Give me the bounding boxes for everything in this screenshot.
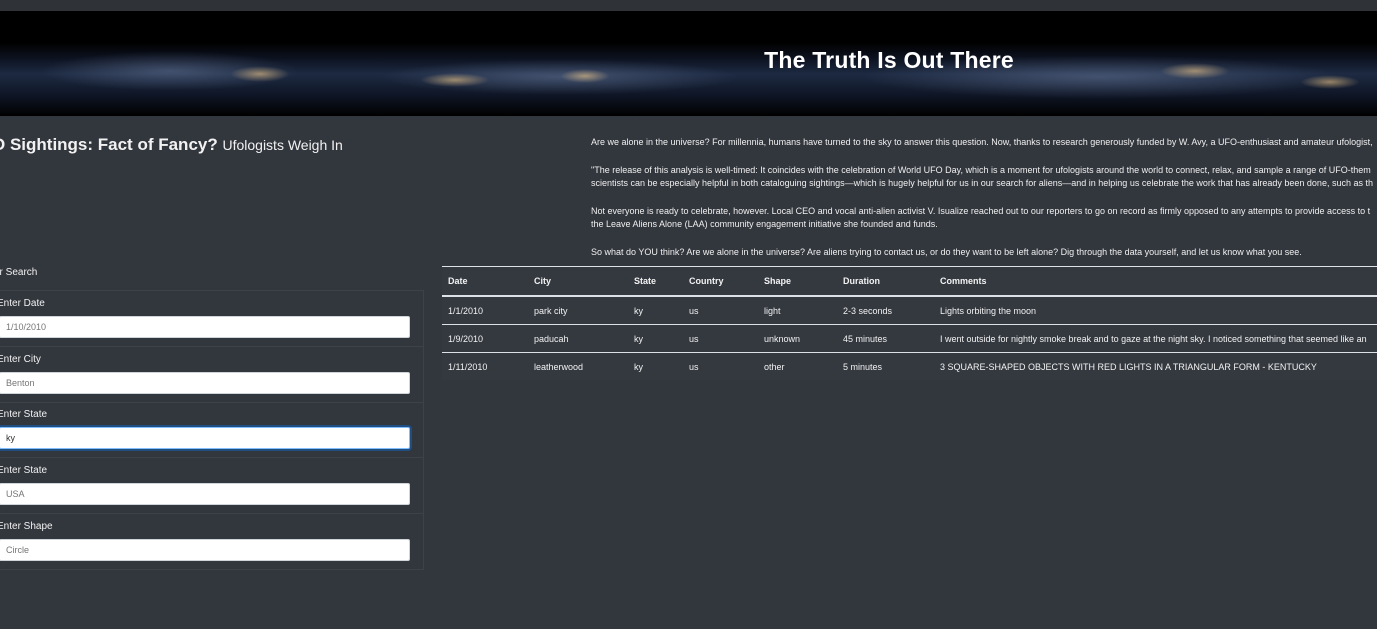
city-input[interactable] bbox=[0, 372, 410, 394]
article-paragraph: Not everyone is ready to celebrate, howe… bbox=[591, 205, 1371, 216]
column-header-duration: Duration bbox=[837, 266, 934, 297]
shape-input[interactable] bbox=[0, 539, 410, 561]
table-row: 1/11/2010 leatherwood ky us other 5 minu… bbox=[442, 353, 1377, 381]
cell-shape: light bbox=[758, 296, 837, 325]
filter-group-state: Enter State bbox=[0, 402, 423, 458]
cell-country: us bbox=[689, 361, 699, 372]
filter-label-shape: Enter Shape bbox=[0, 521, 53, 532]
cell-shape: other bbox=[764, 361, 785, 372]
table-header-row: Date City State Country Shape Duration C… bbox=[442, 266, 1377, 297]
filter-group-date: Enter Date bbox=[0, 291, 423, 347]
column-header-country: Country bbox=[683, 266, 758, 297]
article-paragraph: So what do YOU think? Are we alone in th… bbox=[591, 246, 1302, 257]
filter-label-city: Enter City bbox=[0, 354, 41, 365]
cell-duration: 2-3 seconds bbox=[837, 296, 934, 325]
cell-country: us bbox=[683, 324, 758, 353]
page-subtitle: Ufologists Weigh In bbox=[222, 137, 343, 153]
table-row: 1/1/2010 park city ky us light 2-3 secon… bbox=[442, 296, 1377, 325]
article-paragraph: Are we alone in the universe? For millen… bbox=[591, 137, 1373, 147]
column-header-comments: Comments bbox=[934, 266, 1377, 297]
filter-group-city: Enter City bbox=[0, 347, 423, 403]
column-header-date: Date bbox=[442, 266, 528, 297]
filter-panel: Enter Date Enter City Enter State Enter … bbox=[0, 290, 424, 570]
article-paragraph: the Leave Aliens Alone (LAA) community e… bbox=[591, 219, 938, 229]
filter-label-state: Enter State bbox=[0, 409, 48, 420]
ufo-sightings-table: Date City State Country Shape Duration C… bbox=[442, 266, 1377, 380]
cell-city: park city bbox=[528, 296, 628, 325]
cell-city: leatherwood bbox=[534, 361, 584, 372]
top-navbar bbox=[0, 0, 1377, 11]
hero-banner: The Truth Is Out There bbox=[0, 11, 1377, 116]
article-text: Are we alone in the universe? For millen… bbox=[591, 136, 1377, 273]
banner-title: The Truth Is Out There bbox=[764, 47, 1014, 73]
page-title-main: O Sightings: Fact of Fancy? bbox=[0, 135, 218, 154]
page-title: O Sightings: Fact of Fancy? Ufologists W… bbox=[0, 135, 343, 155]
table-row: 1/9/2010 paducah ky us unknown 45 minute… bbox=[442, 324, 1377, 353]
banner-city-lights bbox=[560, 69, 610, 83]
cell-comments: I went outside for nightly smoke break a… bbox=[934, 324, 1377, 353]
filter-label-date: Enter Date bbox=[0, 298, 45, 309]
column-header-city: City bbox=[528, 266, 628, 297]
cell-duration: 45 minutes bbox=[837, 324, 934, 353]
cell-comments: 3 SQUARE-SHAPED OBJECTS WITH RED LIGHTS … bbox=[940, 361, 1317, 372]
cell-city: paducah bbox=[528, 324, 628, 353]
filter-group-country: Enter State bbox=[0, 458, 423, 514]
column-header-shape: Shape bbox=[758, 266, 837, 297]
filter-label-country: Enter State bbox=[0, 465, 48, 476]
cell-shape: unknown bbox=[758, 324, 837, 353]
filter-search-heading: er Search bbox=[0, 267, 38, 278]
cell-state: ky bbox=[634, 361, 643, 372]
article-paragraph: "The release of this analysis is well-ti… bbox=[591, 164, 1371, 175]
filter-group-shape: Enter Shape bbox=[0, 514, 423, 569]
country-input[interactable] bbox=[0, 483, 410, 505]
cell-state: ky bbox=[628, 324, 683, 353]
cell-duration: 5 minutes bbox=[843, 361, 883, 372]
cell-comments: Lights orbiting the moon bbox=[934, 296, 1377, 325]
cell-date: 1/11/2010 bbox=[448, 361, 488, 372]
cell-date: 1/1/2010 bbox=[442, 296, 528, 325]
banner-city-lights bbox=[420, 73, 490, 87]
banner-city-lights bbox=[230, 66, 290, 82]
state-input[interactable] bbox=[0, 427, 410, 449]
date-input[interactable] bbox=[0, 316, 410, 338]
banner-city-lights bbox=[1160, 63, 1230, 79]
article-paragraph: scientists can be especially helpful in … bbox=[591, 178, 1373, 188]
column-header-state: State bbox=[628, 266, 683, 297]
cell-date: 1/9/2010 bbox=[442, 324, 528, 353]
cell-state: ky bbox=[628, 296, 683, 325]
banner-city-lights bbox=[1300, 75, 1360, 89]
cell-country: us bbox=[683, 296, 758, 325]
